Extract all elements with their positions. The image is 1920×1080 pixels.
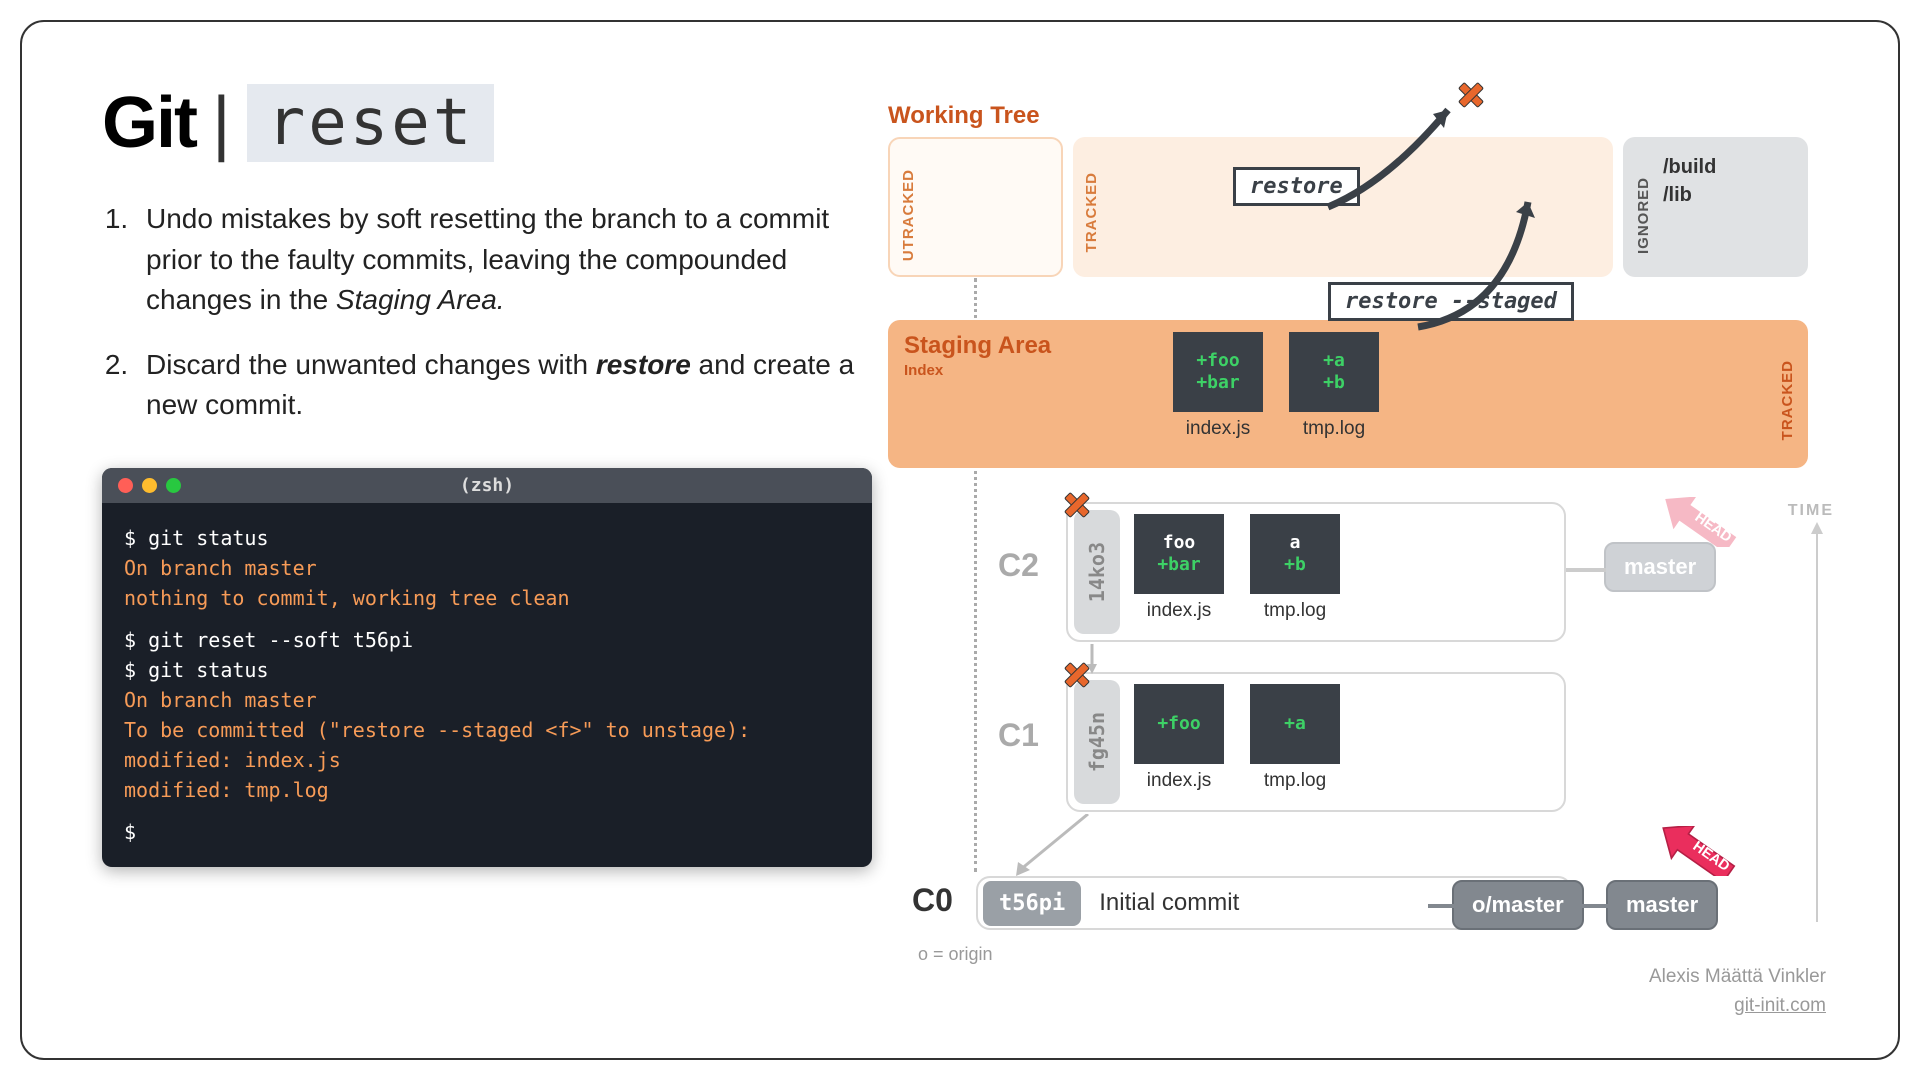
- head-pointer: HEAD: [1656, 826, 1736, 876]
- close-icon[interactable]: [118, 478, 133, 493]
- commit-c1-hash: fg45n: [1074, 680, 1120, 804]
- branch-connector: [1566, 562, 1606, 578]
- commit-c0-hash: t56pi: [983, 881, 1081, 926]
- time-label: TIME: [1788, 502, 1834, 520]
- time-axis: [1816, 532, 1818, 922]
- untracked-box: UTRACKED: [888, 137, 1063, 277]
- diagram: Working Tree UTRACKED TRACKED IGNORED /b…: [888, 62, 1828, 1022]
- faded-master-branch: master: [1604, 542, 1716, 592]
- commit-c2-files: foo+barindex.jsa+btmp.log: [1134, 514, 1340, 622]
- tracked-label: TRACKED: [1083, 172, 1100, 252]
- terminal-body: $ git statusOn branch masternothing to c…: [102, 503, 872, 867]
- working-tree-label: Working Tree: [888, 102, 1040, 130]
- credit: Alexis Määttä Vinkler git-init.com: [1649, 963, 1826, 1020]
- commit-c0-label: C0: [912, 882, 953, 919]
- commit-c2-label: C2: [998, 547, 1039, 584]
- steps-list: Undo mistakes by soft resetting the bran…: [102, 199, 882, 426]
- head-pointer-faded: HEAD: [1658, 497, 1738, 547]
- commit-arrow: [1008, 814, 1098, 878]
- staged-files: +foo+barindex.js+a+btmp.log: [1173, 332, 1379, 440]
- restore-staged-arrow: [1398, 182, 1578, 332]
- maximize-icon[interactable]: [166, 478, 181, 493]
- master-branch: master: [1606, 880, 1718, 930]
- credit-author: Alexis Määttä Vinkler: [1649, 963, 1826, 992]
- terminal-window: (zsh) $ git statusOn branch masternothin…: [102, 468, 872, 867]
- untracked-label: UTRACKED: [900, 169, 917, 261]
- title-command: reset: [247, 84, 495, 162]
- branch-connector: [1428, 898, 1456, 914]
- page-title: Git | reset: [102, 82, 882, 164]
- ignored-box: IGNORED /build /lib: [1623, 137, 1808, 277]
- credit-link[interactable]: git-init.com: [1649, 992, 1826, 1021]
- branch-connector: [1582, 898, 1610, 914]
- commit-arrow: [1084, 644, 1100, 674]
- commit-c1-files: +fooindex.js+atmp.log: [1134, 684, 1340, 792]
- terminal-title: (zsh): [460, 475, 514, 496]
- title-pipe: |: [212, 82, 231, 164]
- origin-note: o = origin: [918, 944, 993, 965]
- x-icon: [1064, 492, 1090, 518]
- ignored-label: IGNORED: [1633, 177, 1654, 254]
- step-1: Undo mistakes by soft resetting the bran…: [136, 199, 882, 321]
- commit-c2-hash: 14ko3: [1074, 510, 1120, 634]
- commit-c1-label: C1: [998, 717, 1039, 754]
- ignored-file: /build: [1663, 153, 1796, 181]
- staging-tracked-label: TRACKED: [1779, 360, 1796, 440]
- ignored-file: /lib: [1663, 181, 1796, 209]
- step-2: Discard the unwanted changes with restor…: [136, 345, 882, 426]
- minimize-icon[interactable]: [142, 478, 157, 493]
- commit-c0-msg: Initial commit: [1099, 889, 1239, 917]
- origin-master-branch: o/master: [1452, 880, 1584, 930]
- title-git: Git: [102, 82, 196, 164]
- terminal-titlebar: (zsh): [102, 468, 872, 503]
